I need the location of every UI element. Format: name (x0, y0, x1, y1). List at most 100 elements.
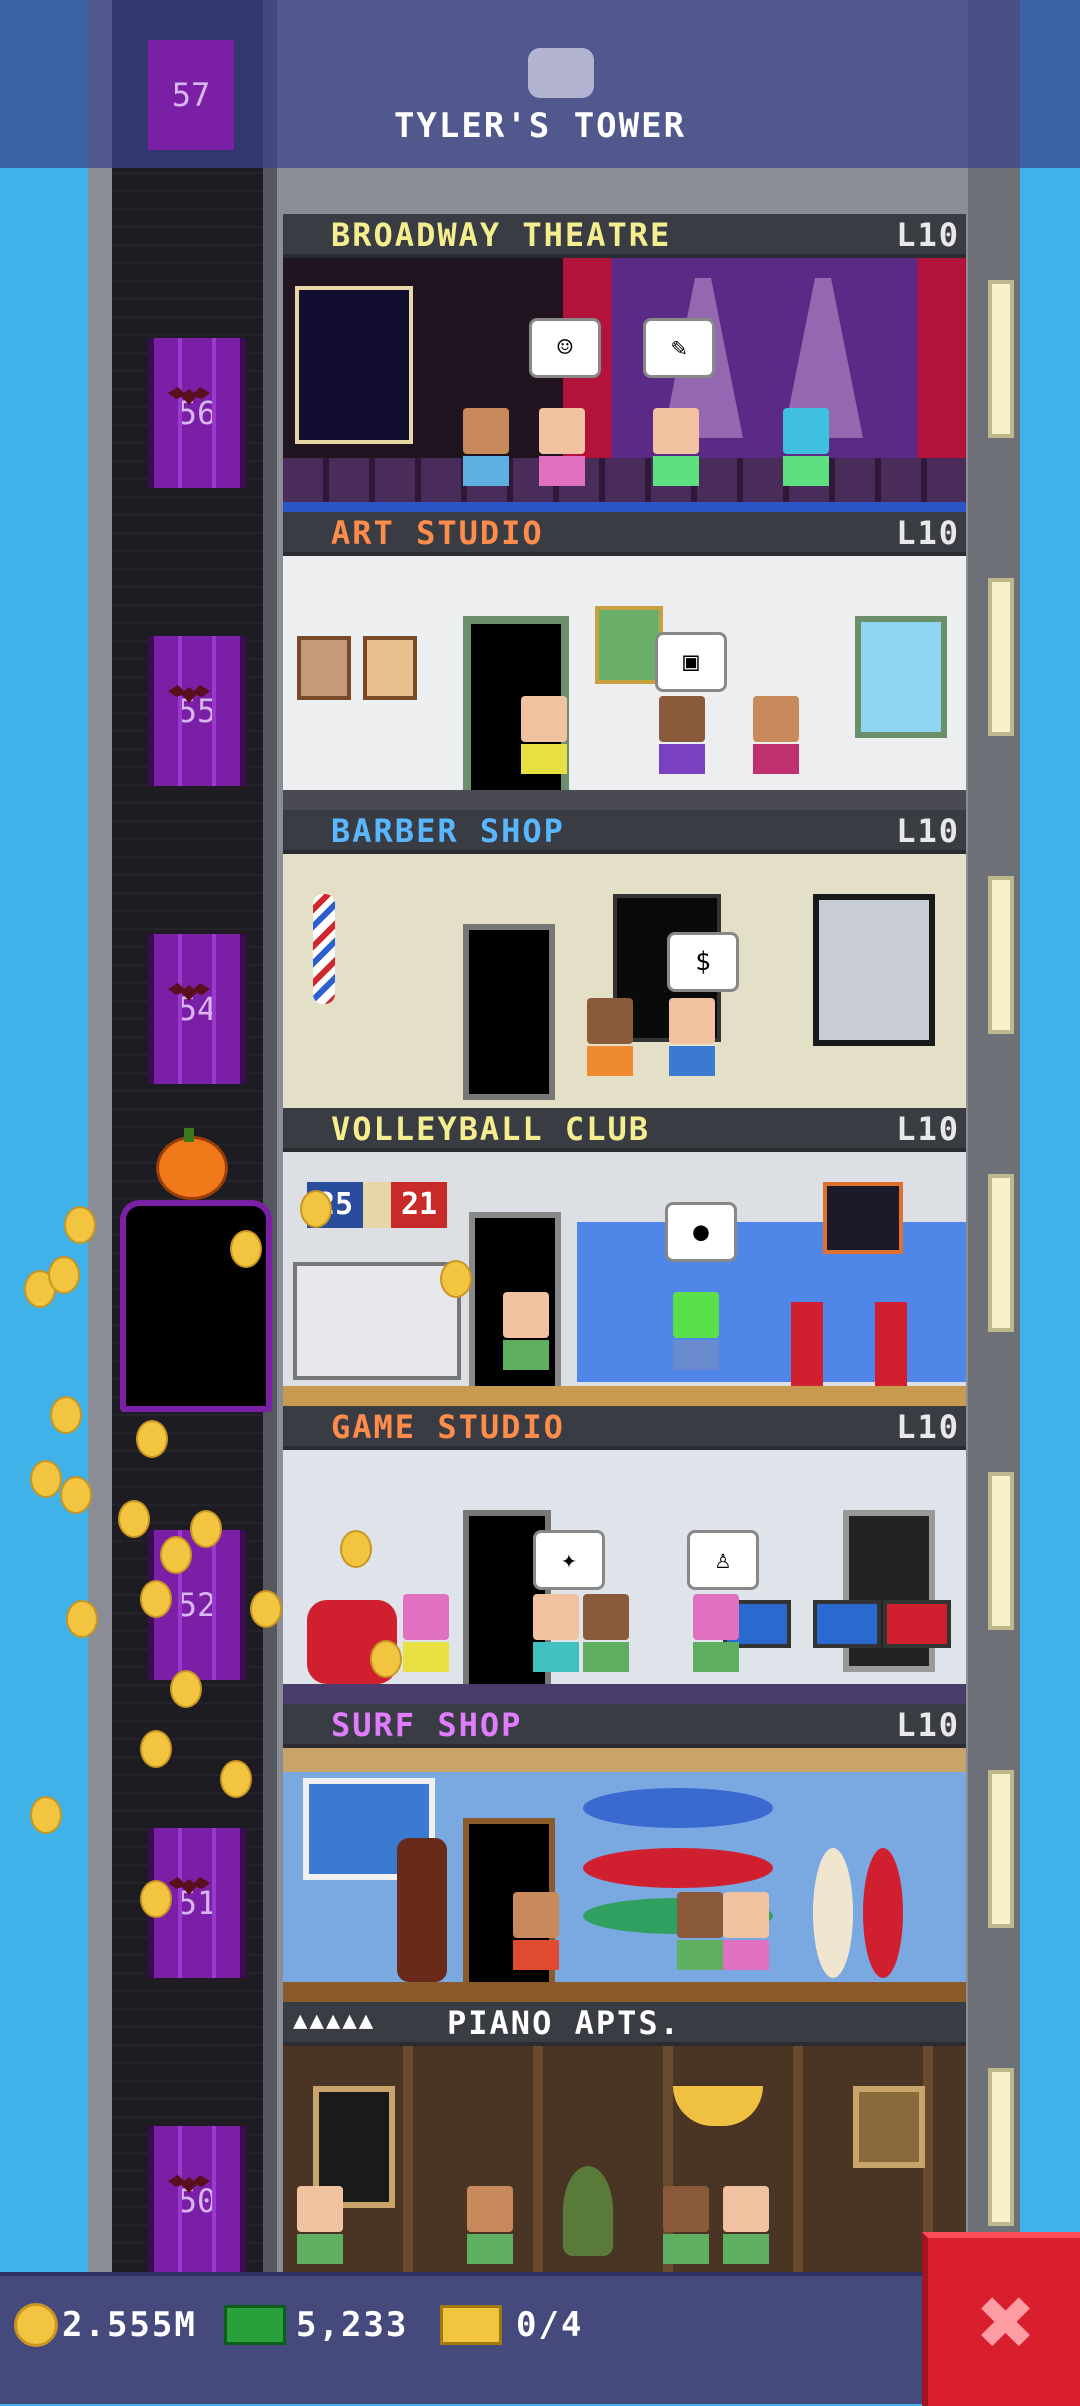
room-interior[interactable]: 25 21 ● (283, 1152, 966, 1406)
pillar-light (988, 2068, 1014, 2226)
coin-icon (14, 2303, 58, 2347)
coin-icon[interactable] (300, 1190, 332, 1228)
thought-bubble[interactable]: ♙ (687, 1530, 759, 1590)
coin-icon[interactable] (340, 1530, 372, 1568)
coin-icon[interactable] (170, 1670, 202, 1708)
stage-edge (283, 502, 966, 512)
bitizen[interactable] (693, 1594, 739, 1672)
painting (363, 636, 417, 700)
close-button[interactable]: ✖ (922, 2232, 1080, 2406)
bitizen[interactable] (723, 1892, 769, 1970)
coin-icon[interactable] (190, 1510, 222, 1548)
elevator-floor-55[interactable]: 55 (148, 636, 246, 786)
bitizen[interactable] (297, 2186, 343, 2264)
coin-icon[interactable] (50, 1396, 82, 1434)
bux-display[interactable]: 5,233 (224, 2300, 408, 2350)
surfboard-rack (583, 1848, 773, 1888)
bitizen[interactable] (669, 998, 715, 1076)
barber-mirror (813, 894, 935, 1046)
floor-piano-apts[interactable]: ▲▲▲▲▲ PIANO APTS. (283, 2002, 966, 2272)
theatre-seats (283, 458, 966, 502)
floor-level: L10 (896, 1110, 960, 1148)
floor-name: BARBER SHOP (331, 812, 565, 850)
coin-icon[interactable] (230, 1230, 262, 1268)
coin-icon[interactable] (48, 1256, 80, 1294)
bitizen[interactable] (463, 408, 509, 486)
bitizen[interactable] (521, 696, 567, 774)
room-interior[interactable] (283, 1748, 966, 2002)
coin-icon[interactable] (30, 1460, 62, 1498)
bitizen[interactable] (467, 2186, 513, 2264)
tickets-display[interactable]: 0/4 (440, 2300, 583, 2350)
coin-icon[interactable] (160, 1536, 192, 1574)
floor-level: L10 (896, 1706, 960, 1744)
coin-icon[interactable] (370, 1640, 402, 1678)
tower-title[interactable]: TYLER'S TOWER (0, 106, 1080, 146)
floor-header: GAME STUDIO L10 (283, 1406, 966, 1450)
bitizen[interactable] (503, 1292, 549, 1370)
coin-icon[interactable] (250, 1590, 282, 1628)
coin-icon[interactable] (140, 1730, 172, 1768)
coin-icon[interactable] (220, 1760, 252, 1798)
tickets-value: 0/4 (516, 2305, 584, 2345)
bitizen[interactable] (677, 1892, 723, 1970)
scoreboard-away: 21 (391, 1182, 447, 1228)
thought-bubble[interactable]: ✦ (533, 1530, 605, 1590)
floor-name: GAME STUDIO (331, 1408, 565, 1446)
bitizen[interactable] (663, 2186, 709, 2264)
room-interior[interactable]: ▣ (283, 556, 966, 810)
floor-broadway-theatre[interactable]: BROADWAY THEATRE L10 ☺ ✎ (283, 214, 966, 512)
bitizen[interactable] (403, 1594, 449, 1672)
floor-header: BROADWAY THEATRE L10 (283, 214, 966, 258)
thought-bubble[interactable]: $ (667, 932, 739, 992)
elevator-floor-56[interactable]: 56 (148, 338, 246, 488)
coin-icon[interactable] (118, 1500, 150, 1538)
coin-icon[interactable] (64, 1206, 96, 1244)
coin-icon[interactable] (30, 1796, 62, 1834)
bitizen[interactable] (583, 1594, 629, 1672)
bitizen[interactable] (753, 696, 799, 774)
floor-surf-shop[interactable]: SURF SHOP L10 (283, 1704, 966, 2002)
thought-bubble[interactable]: ✎ (643, 318, 715, 378)
floor-header: SURF SHOP L10 (283, 1704, 966, 1748)
bitizen[interactable] (533, 1594, 579, 1672)
room-interior[interactable]: $ (283, 854, 966, 1108)
bitizen[interactable] (587, 998, 633, 1076)
bitizen[interactable] (673, 1292, 719, 1370)
bitizen[interactable] (653, 408, 699, 486)
coin-icon[interactable] (66, 1600, 98, 1638)
floor-volleyball-club[interactable]: VOLLEYBALL CLUB L10 25 21 ● (283, 1108, 966, 1406)
pumpkin-icon (156, 1136, 228, 1200)
coin-icon[interactable] (440, 1260, 472, 1298)
floor-boards (283, 790, 966, 810)
thought-bubble[interactable]: ☺ (529, 318, 601, 378)
shop-floor (283, 1982, 966, 2002)
painting (595, 606, 663, 684)
coin-icon[interactable] (60, 1476, 92, 1514)
floor-header: ▲▲▲▲▲ PIANO APTS. (283, 2002, 966, 2046)
studio-floor (283, 1684, 966, 1704)
bitizen[interactable] (659, 696, 705, 774)
bitizen[interactable] (539, 408, 585, 486)
thought-bubble[interactable]: ● (665, 1202, 737, 1262)
bitizen[interactable] (723, 2186, 769, 2264)
room-interior[interactable]: ☺ ✎ (283, 258, 966, 512)
bitizen[interactable] (513, 1892, 559, 1970)
coin-icon[interactable] (136, 1420, 168, 1458)
elevator-floor-50[interactable]: 50 (148, 2126, 246, 2276)
floor-name: PIANO APTS. (447, 2004, 681, 2042)
pumpkin-stem (184, 1128, 194, 1142)
bitizen[interactable] (783, 408, 829, 486)
floor-level: L10 (896, 216, 960, 254)
thought-bubble[interactable]: ▣ (655, 632, 727, 692)
floor-barber-shop[interactable]: BARBER SHOP L10 $ (283, 810, 966, 1108)
coins-value: 2.555M (62, 2305, 197, 2345)
floor-name: BROADWAY THEATRE (331, 216, 672, 254)
pillar-light (988, 876, 1014, 1034)
elevator-floor-54[interactable]: 54 (148, 934, 246, 1084)
coin-icon[interactable] (140, 1880, 172, 1918)
floor-art-studio[interactable]: ART STUDIO L10 ▣ (283, 512, 966, 810)
room-interior[interactable] (283, 2046, 966, 2272)
coin-icon[interactable] (140, 1580, 172, 1618)
coins-display[interactable]: 2.555M (14, 2300, 197, 2350)
